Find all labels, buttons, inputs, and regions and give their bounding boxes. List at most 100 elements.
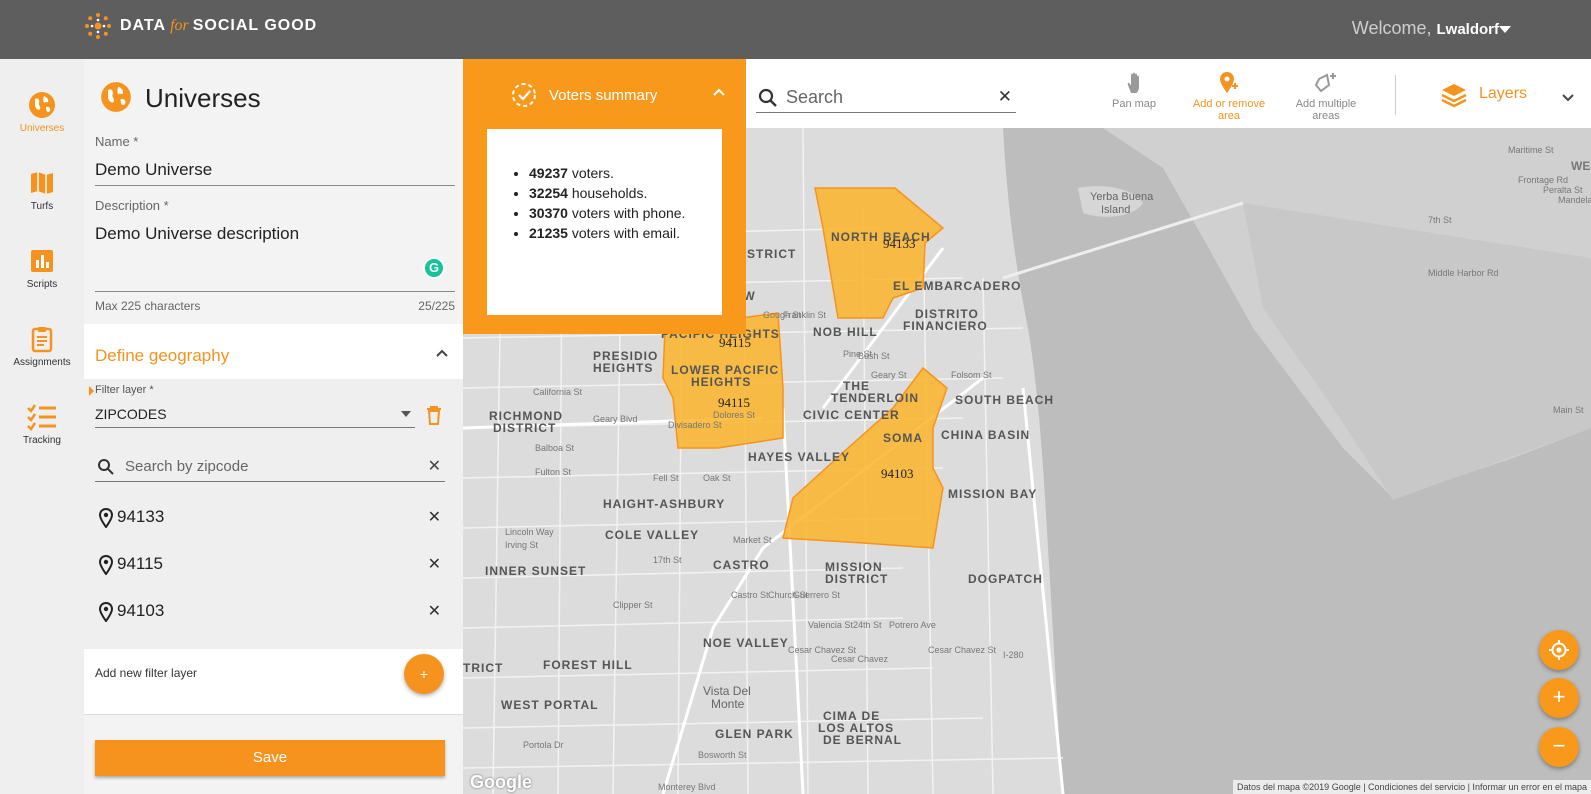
clear-map-search-icon[interactable]: ✕	[998, 87, 1012, 107]
remove-zipcode-icon[interactable]: ✕	[428, 601, 441, 621]
nav-label-turfs: Turfs	[30, 201, 54, 212]
logo-sunburst-icon	[84, 12, 112, 40]
zip-map-label: 94133	[883, 236, 916, 251]
map-label: HEIGHTS	[593, 361, 653, 375]
add-filter-layer-button[interactable]: +	[404, 654, 444, 694]
add-polygon-icon	[1314, 73, 1336, 93]
map-label: CASTRO	[713, 558, 770, 572]
street-label: Castro St	[731, 590, 769, 600]
street-label: Folsom St	[951, 370, 992, 380]
clipboard-icon	[31, 327, 53, 353]
zipcode-search-input[interactable]: Search by zipcode ✕	[95, 452, 445, 482]
map-search-input[interactable]: Search ✕	[756, 83, 1016, 113]
user-menu-caret-icon[interactable]	[1499, 26, 1511, 33]
summary-text: voters with phone.	[567, 205, 686, 221]
summary-value: 32254	[529, 185, 568, 201]
remove-zipcode-icon[interactable]: ✕	[428, 507, 441, 527]
chevron-up-icon[interactable]	[435, 348, 449, 358]
pan-map-button[interactable]: Pan map	[1104, 71, 1164, 110]
geography-header[interactable]: Define geography	[84, 324, 463, 379]
map-label: INNER SUNSET	[485, 564, 586, 578]
filter-layer-select[interactable]: ZIPCODES	[95, 402, 415, 428]
checklist-icon	[27, 404, 56, 431]
geography-section: Define geography Filter layer * ZIPCODES	[84, 324, 463, 714]
zip-map-label: 94115	[719, 335, 751, 350]
name-field[interactable]: Demo Universe	[95, 160, 212, 180]
map-label: DISTRICT	[825, 572, 888, 586]
page-title: Universes	[145, 83, 261, 113]
divider	[84, 714, 463, 715]
map-label: MISSION BAY	[948, 487, 1037, 501]
username: Lwaldorf	[1436, 21, 1500, 38]
description-underline	[95, 291, 455, 292]
description-field[interactable]: Demo Universe description	[95, 224, 299, 244]
map-label: CIVIC CENTER	[803, 408, 900, 422]
google-logo: Google	[470, 772, 532, 792]
street-label: Monterey Blvd	[658, 782, 716, 792]
chevron-up-icon[interactable]	[712, 87, 726, 97]
nav-item-turfs[interactable]: Turfs	[0, 169, 84, 212]
street-label: Portola Dr	[523, 740, 564, 750]
map-label: HEIGHTS	[691, 375, 751, 389]
street-label: Gough St	[763, 310, 802, 320]
nav-label-tracking: Tracking	[23, 435, 61, 446]
locate-button[interactable]	[1539, 630, 1579, 670]
street-label: WES	[1571, 159, 1591, 173]
map-label: TRICT	[463, 661, 503, 675]
map-label: NOB HILL	[813, 325, 878, 339]
clear-zipcode-search-icon[interactable]: ✕	[428, 456, 441, 476]
globe-icon	[29, 92, 55, 118]
map-label: FOREST HILL	[543, 658, 633, 672]
street-label: Geary St	[871, 370, 907, 380]
street-label: Cesar Chavez	[831, 654, 889, 664]
nav-item-universes[interactable]: Universes	[0, 91, 84, 134]
map-attribution[interactable]: Datos del mapa ©2019 Google | Condicione…	[1233, 780, 1591, 794]
layers-label[interactable]: Layers	[1479, 85, 1527, 103]
left-navigation: Universes Turfs Scripts Assignments Trac…	[0, 59, 84, 794]
zip-map-label: 94115	[718, 395, 750, 410]
location-pin-icon	[99, 602, 113, 622]
chevron-down-icon[interactable]	[1561, 93, 1575, 103]
map-search-placeholder: Search	[786, 87, 844, 107]
zoom-out-button[interactable]: −	[1539, 727, 1579, 767]
bar-chart-icon	[31, 250, 53, 272]
street-label: Peralta St	[1543, 185, 1583, 195]
add-multiple-areas-button[interactable]: Add multiple areas	[1284, 71, 1368, 122]
filter-layer-value: ZIPCODES	[95, 406, 167, 422]
zip-map-label: 94103	[881, 466, 914, 481]
street-label: Clipper St	[613, 600, 653, 610]
map-label: GLEN PARK	[715, 727, 794, 741]
description-label: Description *	[95, 198, 169, 213]
zoom-in-button[interactable]: +	[1539, 678, 1579, 718]
universe-panel: Universes Name * Demo Universe Descripti…	[84, 59, 463, 794]
select-caret-icon	[401, 411, 411, 417]
grammarly-icon[interactable]: G	[423, 257, 445, 279]
nav-item-assignments[interactable]: Assignments	[0, 325, 84, 368]
add-multiple-areas-label-2: areas	[1312, 110, 1340, 122]
layers-icon[interactable]	[1440, 81, 1468, 109]
filter-layer-label: Filter layer *	[95, 384, 154, 396]
map-label: HAYES VALLEY	[748, 450, 850, 464]
map-toolbar: Search ✕ Pan map Add or remove area Add …	[746, 59, 1591, 128]
street-label: Market St	[733, 535, 772, 545]
map-label: Yerba Buena	[1090, 191, 1154, 203]
name-underline	[95, 185, 455, 186]
nav-item-scripts[interactable]: Scripts	[0, 247, 84, 290]
street-label: I-280	[1003, 650, 1024, 660]
add-or-remove-area-button[interactable]: Add or remove area	[1182, 71, 1276, 122]
summary-value: 21235	[529, 225, 568, 241]
street-label: 24th St	[853, 620, 882, 630]
trash-icon[interactable]	[426, 405, 442, 425]
save-button[interactable]: Save	[95, 740, 445, 776]
hand-icon	[1127, 72, 1139, 93]
street-label: Balboa St	[535, 443, 575, 453]
brand-logo[interactable]: DATA for SOCIAL GOOD	[84, 12, 317, 40]
remove-zipcode-icon[interactable]: ✕	[428, 554, 441, 574]
map-label: TENDERLOIN	[831, 391, 919, 405]
street-label: Valencia St	[808, 620, 853, 630]
street-label: Dolores St	[713, 410, 756, 420]
nav-item-tracking[interactable]: Tracking	[0, 403, 84, 446]
user-menu[interactable]: Welcome, Lwaldorf	[1352, 18, 1499, 39]
street-label: Geary Blvd	[593, 414, 638, 424]
add-location-icon	[1220, 72, 1238, 93]
